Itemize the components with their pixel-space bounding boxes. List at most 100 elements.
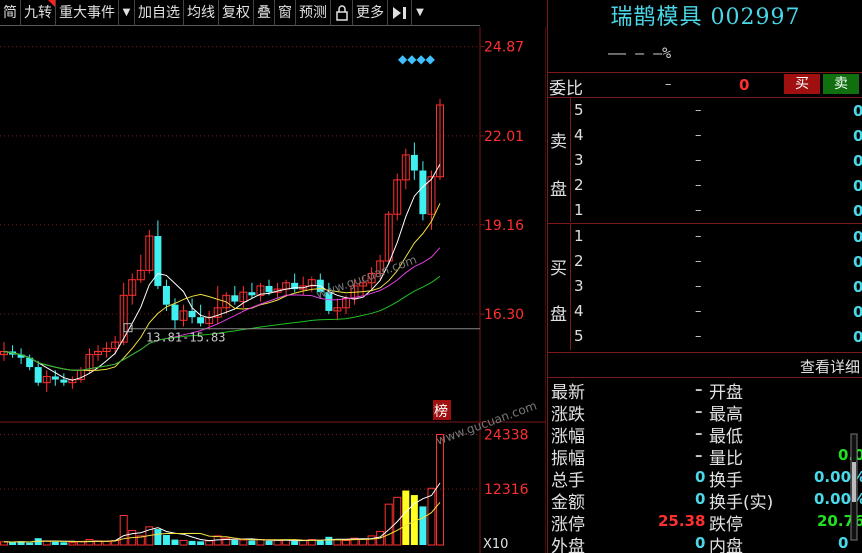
level-volume: 0 xyxy=(853,152,862,170)
quote-panel: 瑞鹊模具 002997 —— – –% 委比 – 0 买 卖 卖 盘 5 – 0 4 –… xyxy=(547,0,862,553)
toolbar-adjust-button[interactable]: 复权 xyxy=(219,0,254,26)
candle-body xyxy=(410,154,418,171)
ma-line xyxy=(3,275,441,371)
volume-tick-label: 24338 xyxy=(484,428,529,444)
volume-bar xyxy=(273,539,282,546)
volume-bar xyxy=(68,542,77,546)
stock-code: 002997 xyxy=(710,5,801,30)
buy-side-label-2: 盘 xyxy=(550,305,567,325)
level-volume: 0 xyxy=(853,202,862,220)
jiuzhuan-label: 九转 xyxy=(24,5,52,21)
toolbar-window-button[interactable]: 窗 xyxy=(275,0,296,26)
weibi-value: – xyxy=(665,77,672,92)
volume-unit-label: X10 xyxy=(483,537,508,552)
level-number: 2 xyxy=(574,252,584,270)
volume-bar xyxy=(197,541,205,545)
weibi-label: 委比 xyxy=(549,79,583,99)
stat-value: 25.38 xyxy=(658,512,706,530)
level-price: – xyxy=(695,329,702,344)
volume-bar xyxy=(231,540,239,545)
volume-bar xyxy=(419,506,427,545)
candle-body xyxy=(265,285,273,293)
toolbar-add-watchlist-button[interactable]: 加自选 xyxy=(135,0,184,26)
candle-body xyxy=(419,170,427,215)
toolbar-ma-button[interactable]: 均线 xyxy=(184,0,219,26)
volume-bar xyxy=(265,540,273,545)
divider xyxy=(548,377,862,378)
level-price: – xyxy=(695,229,702,244)
level-number: 1 xyxy=(574,201,584,219)
volume-bar xyxy=(119,515,128,546)
stat-value: – xyxy=(695,424,703,442)
volume-bar xyxy=(171,539,179,545)
level-price: – xyxy=(695,254,702,269)
volume-bar xyxy=(188,540,196,545)
toolbar-simple-button[interactable]: 简 xyxy=(0,0,21,26)
volume-ma-line xyxy=(3,482,441,543)
volume-bar xyxy=(299,539,308,546)
price-tick-label: 16.30 xyxy=(484,307,524,323)
candle-body xyxy=(154,236,162,286)
stock-title: 瑞鹊模具 002997 xyxy=(548,0,862,36)
volume-bar xyxy=(60,542,68,545)
stat-label: 外盘 xyxy=(551,537,585,553)
toolbar-more-button[interactable]: 更多 xyxy=(353,0,388,26)
price-tick-label: 19.16 xyxy=(484,218,524,234)
candle-body xyxy=(51,376,59,380)
volume-bar xyxy=(248,540,256,545)
level-volume: 0 xyxy=(853,253,862,271)
volume-bar xyxy=(341,539,350,546)
candle-body xyxy=(34,367,42,383)
level-number: 4 xyxy=(574,126,584,144)
more-dropdown-icon[interactable]: ▼ xyxy=(412,0,428,26)
volume-bar xyxy=(402,490,410,545)
volume-bar xyxy=(51,541,59,545)
toolbar-jiuzhuan-button[interactable]: 九转 xyxy=(21,0,56,26)
level-number: 5 xyxy=(574,327,584,345)
lock-icon[interactable] xyxy=(331,0,353,26)
level-volume: 0 xyxy=(853,303,862,321)
price-tick-label: 22.01 xyxy=(484,129,524,145)
stat-value: – xyxy=(695,402,703,420)
candle-body xyxy=(231,295,239,302)
level-number: 2 xyxy=(574,176,584,194)
scrollbar[interactable] xyxy=(848,432,860,542)
buy-button[interactable]: 买 xyxy=(784,74,820,94)
volume-bar xyxy=(316,540,324,545)
stat-value: 0 xyxy=(838,534,849,552)
volume-bar xyxy=(9,542,17,545)
level-price: – xyxy=(695,203,702,218)
volume-bar xyxy=(85,539,94,546)
level-number: 3 xyxy=(574,151,584,169)
toolbar-overlay-button[interactable]: 叠 xyxy=(254,0,275,26)
major-events-dropdown-icon[interactable]: ▼ xyxy=(119,0,135,26)
sell-button[interactable]: 卖 xyxy=(823,74,859,94)
volume-bar xyxy=(333,539,342,546)
divider xyxy=(570,98,571,222)
level-number: 4 xyxy=(574,302,584,320)
kline-chart[interactable]: 24.87 22.01 19.16 16.30 24338 12316 X10 13.81-1… xyxy=(0,27,546,553)
level-volume: 0 xyxy=(853,328,862,346)
pin-icon[interactable] xyxy=(388,0,412,26)
candle-body xyxy=(60,379,68,383)
level-price: – xyxy=(695,153,702,168)
volume-bar xyxy=(325,536,333,545)
level-number: 3 xyxy=(574,277,584,295)
volume-bar xyxy=(239,539,248,546)
volume-bar xyxy=(154,529,162,545)
level-volume: 0 xyxy=(853,177,862,195)
stat-value: – xyxy=(695,380,703,398)
buy-side-label-1: 买 xyxy=(550,259,567,279)
weibi-number: 0 xyxy=(739,76,750,94)
view-detail-link[interactable]: 查看详细 xyxy=(800,356,860,377)
divider xyxy=(548,97,862,98)
volume-bar xyxy=(256,539,265,546)
stat-value: 0 xyxy=(695,534,706,552)
toolbar-forecast-button[interactable]: 预测 xyxy=(296,0,331,26)
level-volume: 0 xyxy=(853,102,862,120)
level-price: – xyxy=(695,103,702,118)
toolbar-major-events-button[interactable]: 重大事件 xyxy=(56,0,119,26)
divider xyxy=(548,352,862,353)
volume-bar xyxy=(179,539,188,546)
candle-body xyxy=(162,285,170,305)
